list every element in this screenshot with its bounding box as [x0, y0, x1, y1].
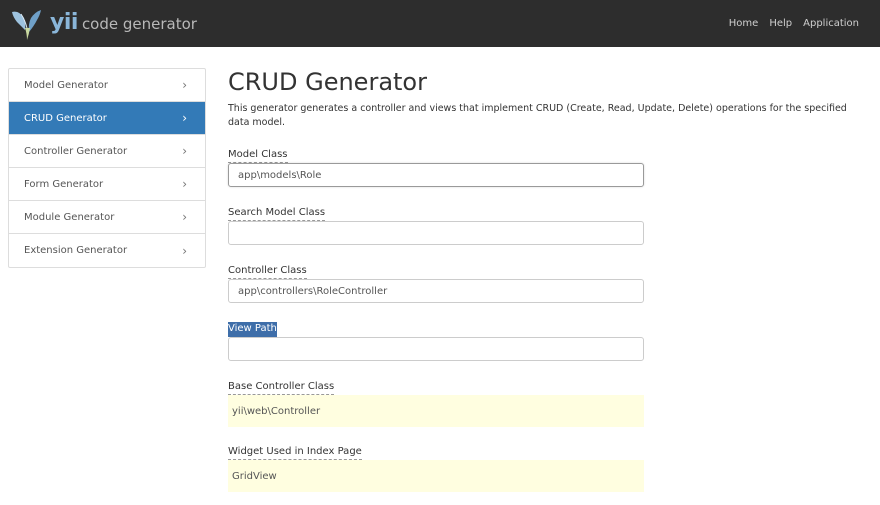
sidebar-item-label: Extension Generator — [24, 245, 128, 256]
brand-title: code generator — [81, 15, 197, 33]
nav-links: Home Help Application — [718, 0, 859, 47]
widget-index-page-input[interactable]: GridView — [228, 460, 644, 492]
sidebar-item-label: CRUD Generator — [24, 112, 107, 124]
sidebar-item-form-generator[interactable]: Form Generator › — [9, 168, 205, 201]
sidebar-item-controller-generator[interactable]: Controller Generator › — [9, 135, 205, 168]
sidebar-item-label: Model Generator — [24, 79, 108, 91]
widget-index-page-field: Widget Used in Index Page GridView — [228, 439, 644, 492]
chevron-right-icon: › — [182, 111, 187, 125]
widget-index-page-label: Widget Used in Index Page — [228, 445, 362, 460]
nav-help-link[interactable]: Help — [769, 18, 792, 29]
nav-home-link[interactable]: Home — [729, 18, 759, 29]
base-controller-class-label: Base Controller Class — [228, 380, 335, 395]
sidebar-item-label: Module Generator — [24, 211, 115, 223]
nav-application-link[interactable]: Application — [803, 18, 859, 29]
controller-class-label: Controller Class — [228, 264, 307, 279]
base-controller-class-input[interactable]: yii\web\Controller — [228, 395, 644, 427]
yii-logo-icon — [12, 10, 41, 40]
chevron-right-icon: › — [182, 78, 187, 92]
brand[interactable]: yii code generator — [9, 6, 197, 42]
chevron-right-icon: › — [182, 243, 187, 258]
view-path-label: View Path — [228, 322, 277, 337]
model-class-input[interactable]: app\models\Role — [228, 163, 644, 187]
generator-sidebar: Model Generator › CRUD Generator › Contr… — [8, 68, 206, 268]
chevron-right-icon: › — [182, 210, 187, 224]
controller-class-field: Controller Class app\controllers\RoleCon… — [228, 258, 644, 303]
chevron-right-icon: › — [182, 144, 187, 158]
page-description: This generator generates a controller an… — [228, 103, 847, 128]
view-path-field: View Path — [228, 316, 644, 361]
model-class-label: Model Class — [228, 148, 288, 163]
model-class-field: Model Class app\models\Role — [228, 142, 644, 187]
search-model-class-input[interactable] — [228, 221, 644, 245]
brand-yii-text: yii — [50, 9, 78, 35]
navbar: yii code generator Home Help Application — [0, 0, 880, 47]
search-model-class-label: Search Model Class — [228, 206, 326, 221]
sidebar-item-label: Controller Generator — [24, 145, 128, 157]
chevron-right-icon: › — [182, 177, 187, 191]
sidebar-item-crud-generator[interactable]: CRUD Generator › — [9, 102, 205, 135]
sidebar-item-model-generator[interactable]: Model Generator › — [9, 69, 205, 102]
page-title: CRUD Generator — [228, 68, 427, 96]
controller-class-input[interactable]: app\controllers\RoleController — [228, 279, 644, 303]
base-controller-class-field: Base Controller Class yii\web\Controller — [228, 374, 644, 427]
sidebar-item-label: Form Generator — [24, 178, 104, 190]
view-path-input[interactable] — [228, 337, 644, 361]
search-model-class-field: Search Model Class — [228, 200, 644, 245]
sidebar-item-extension-generator[interactable]: Extension Generator › — [9, 234, 205, 267]
sidebar-item-module-generator[interactable]: Module Generator › — [9, 201, 205, 234]
main-content: CRUD Generator This generator generates … — [228, 68, 868, 130]
